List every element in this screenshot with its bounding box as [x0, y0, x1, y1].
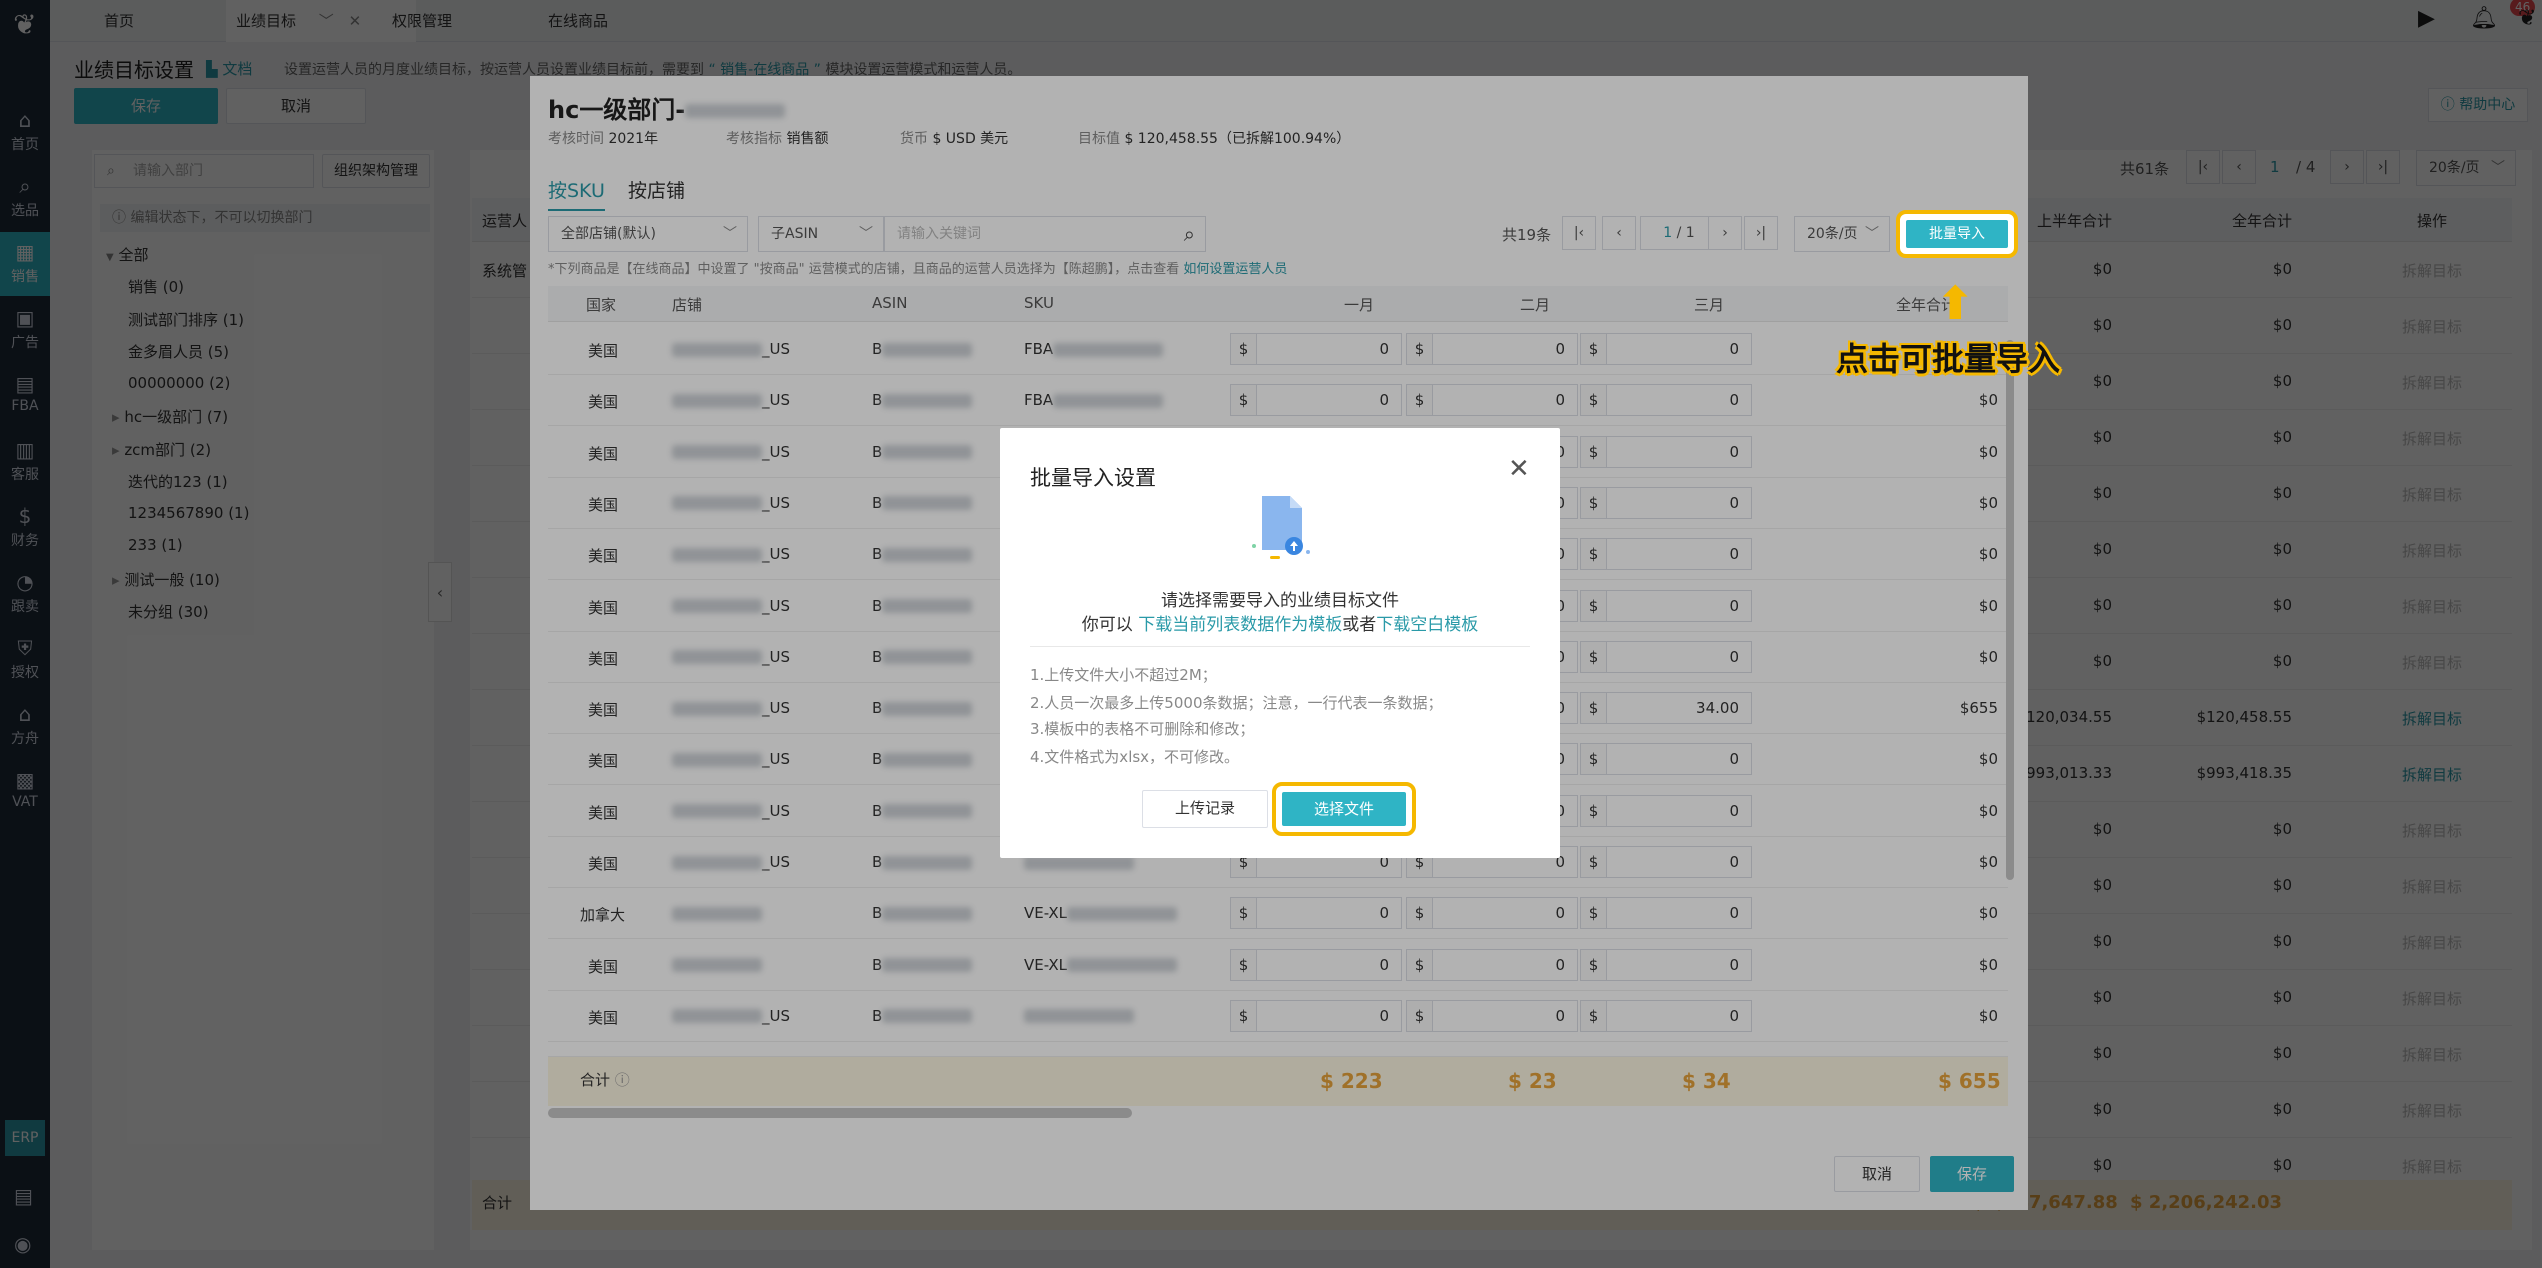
rule-1: 1.上传文件大小不超过2M；	[1030, 666, 1217, 684]
rule-2: 2.人员一次最多上传5000条数据；注意，一行代表一条数据；	[1030, 694, 1443, 712]
modal-instruction: 请选择需要导入的业绩目标文件	[1161, 591, 1399, 611]
download-blank-template-link[interactable]: 下载空白模板	[1376, 615, 1478, 635]
batch-import-highlight: 批量导入	[1896, 210, 2018, 258]
rule-3: 3.模板中的表格不可删除和修改；	[1030, 720, 1255, 738]
modal-divider	[1030, 646, 1530, 647]
choose-file-button[interactable]: 选择文件	[1282, 792, 1406, 826]
upload-record-button[interactable]: 上传记录	[1142, 790, 1268, 828]
line2-pre: 你可以	[1081, 615, 1133, 635]
file-upload-icon	[1250, 494, 1310, 562]
app-root: ❦ ⌂ 首页 ⌕ 选品 ▦ 销售 ▣ 广告 ▤ FBA ▥ 客服 $ 财务 ◔ 跟卖 ⛨ 授权 ⌂ 方舟 ▩ VAT ER…	[0, 0, 2542, 1268]
rule-4: 4.文件格式为xlsx，不可修改。	[1030, 748, 1240, 766]
arrow-up-icon: ⬆	[1936, 276, 1975, 330]
modal-template-links: 你可以 下载当前列表数据作为模板或者下载空白模板	[1000, 610, 1560, 635]
modal-title: 批量导入设置	[1030, 466, 1156, 490]
import-callout: 点击可批量导入	[1836, 340, 2061, 378]
batch-import-button[interactable]: 批量导入	[1906, 220, 2008, 248]
download-current-template-link[interactable]: 下载当前列表数据作为模板	[1138, 615, 1342, 635]
line2-mid: 或者	[1342, 615, 1377, 635]
choose-file-highlight: 选择文件	[1272, 782, 1416, 836]
close-icon[interactable]: ✕	[1508, 454, 1530, 484]
